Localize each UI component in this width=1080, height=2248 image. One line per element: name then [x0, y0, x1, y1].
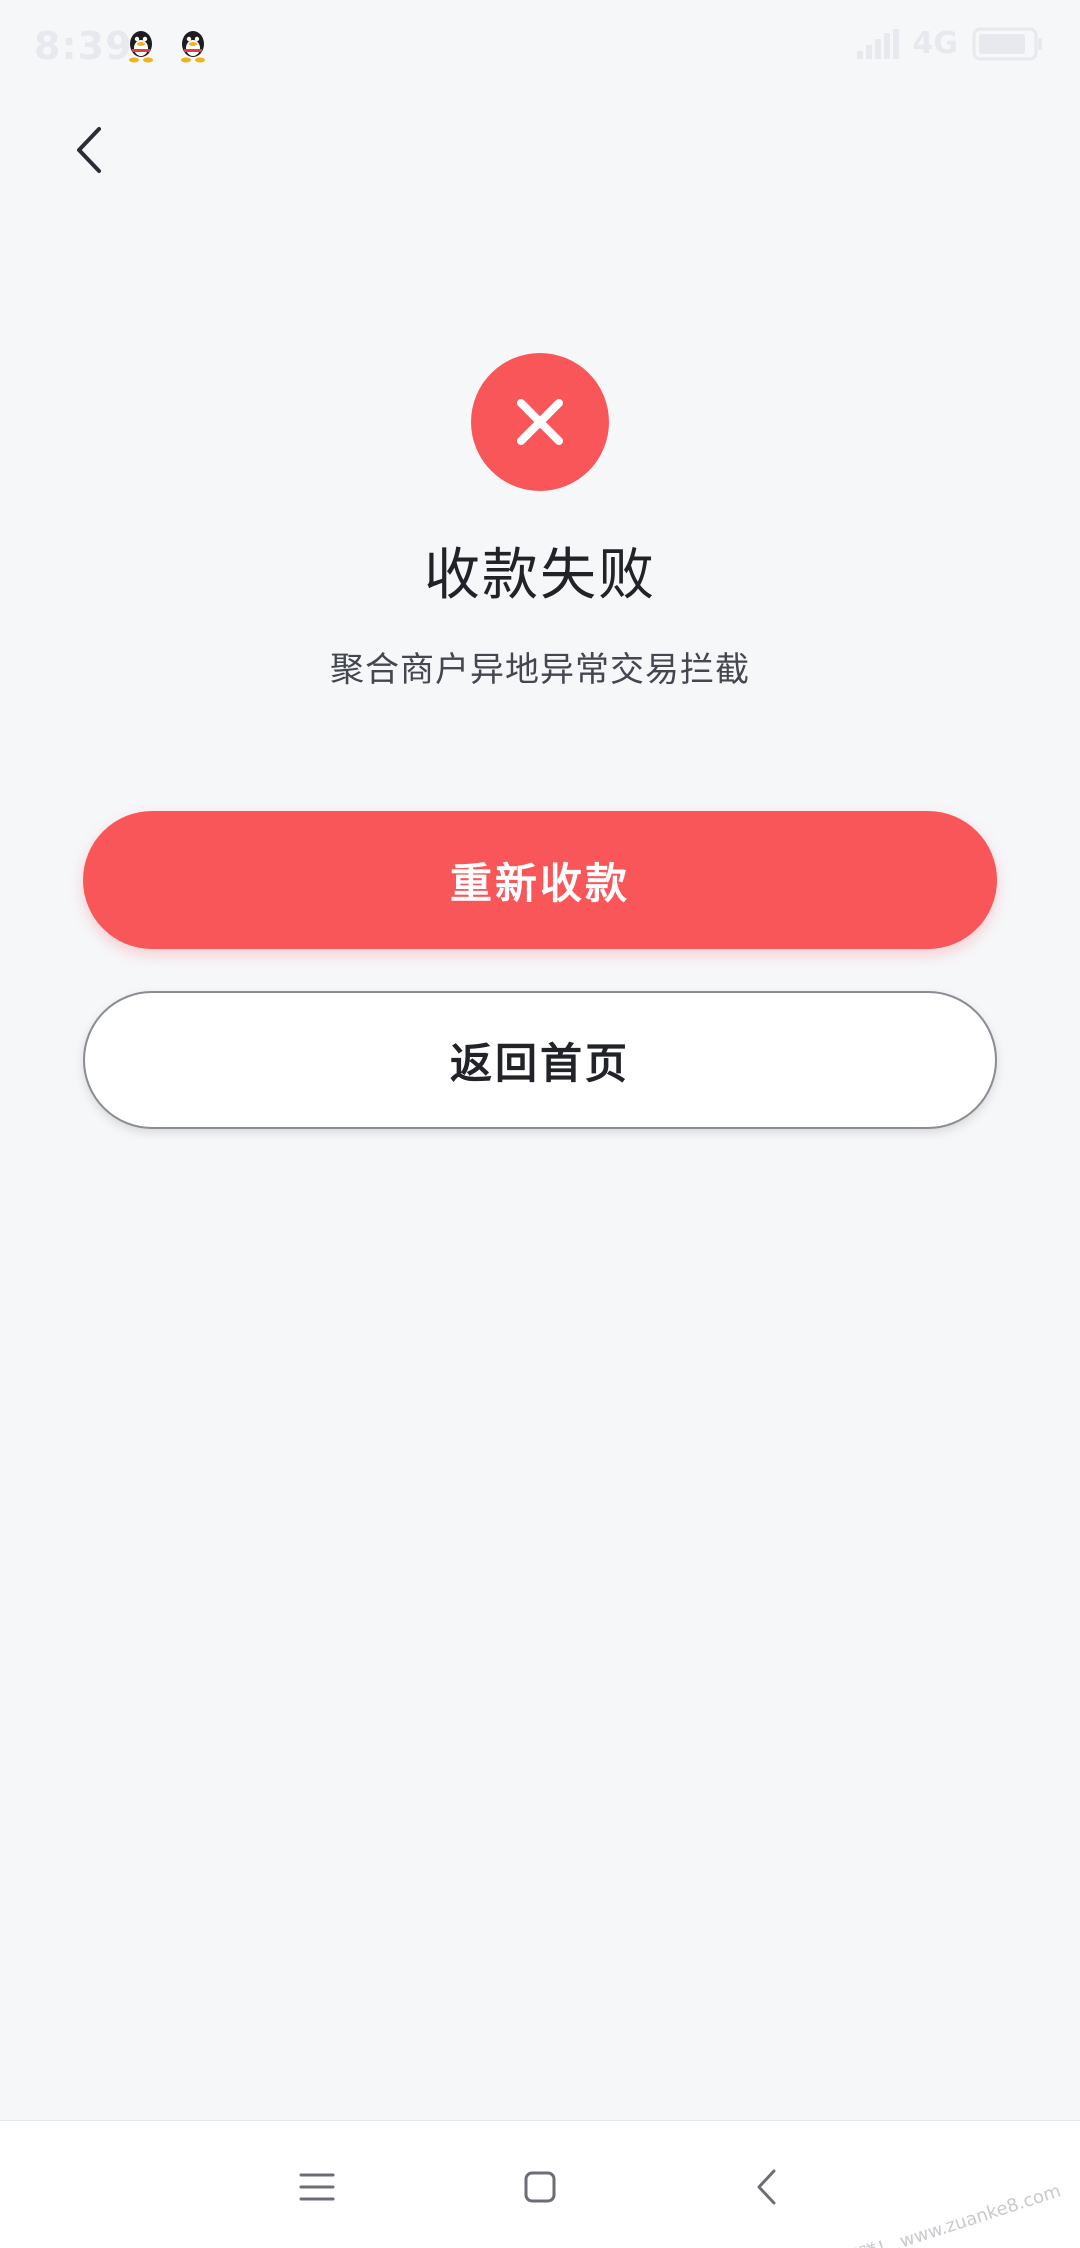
failure-status-icon: [471, 353, 609, 491]
home-square-icon: [524, 2171, 556, 2203]
menu-icon: [299, 2173, 335, 2201]
status-time: 8:39: [34, 24, 133, 68]
status-bar: 8:39 4G: [0, 0, 1080, 96]
back-icon: [757, 2169, 776, 2205]
network-type: 4G: [912, 26, 959, 61]
payment-failed-screen: 8:39 4G 收款失败 聚合商户异地异常交易拦截 重新收款 返回首页: [0, 0, 1080, 2248]
nav-menu-button[interactable]: [287, 2157, 347, 2217]
status-indicators: 4G: [856, 26, 1045, 61]
nav-back-button[interactable]: [736, 2157, 796, 2217]
qq-penguin-icon: [181, 31, 205, 63]
return-home-button[interactable]: 返回首页: [83, 991, 997, 1129]
battery-icon: [972, 27, 1042, 60]
result-title: 收款失败: [424, 543, 656, 608]
chevron-left-icon: [77, 127, 101, 173]
result-message: 聚合商户异地异常交易拦截: [330, 650, 750, 690]
signal-icon: [856, 28, 899, 59]
close-icon: [517, 399, 563, 445]
nav-home-button[interactable]: [510, 2157, 570, 2217]
retry-payment-button[interactable]: 重新收款: [83, 811, 997, 949]
back-button[interactable]: [58, 112, 118, 188]
qq-penguin-icon: [129, 31, 153, 63]
